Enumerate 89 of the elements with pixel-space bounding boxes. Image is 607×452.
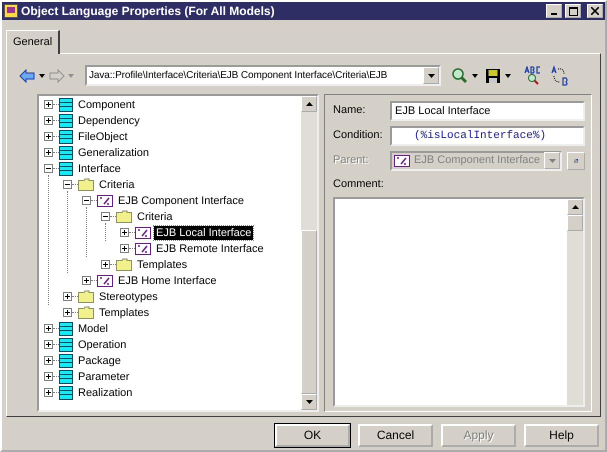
expand-icon[interactable] (44, 372, 53, 381)
tree-item[interactable]: Package (76, 354, 123, 368)
dialog-button[interactable]: Help (524, 424, 599, 446)
tree-item[interactable]: Criteria (135, 210, 174, 224)
class-icon (59, 338, 73, 352)
tree-item[interactable]: Stereotypes (97, 290, 160, 304)
minimize-button[interactable] (546, 4, 562, 18)
expand-icon[interactable] (44, 356, 53, 365)
find-icon[interactable] (450, 66, 478, 84)
template-icon (135, 226, 151, 238)
folder-icon (78, 178, 94, 191)
scroll-down-icon (306, 400, 313, 404)
save-icon[interactable] (485, 66, 514, 84)
expand-icon[interactable] (44, 340, 53, 349)
collapse-icon[interactable] (44, 164, 53, 173)
tree-item[interactable]: Model (76, 322, 110, 336)
tree-item[interactable]: Parameter (76, 370, 132, 384)
tree-item[interactable]: EJB Home Interface (116, 274, 218, 288)
expand-icon[interactable] (82, 276, 91, 285)
template-icon (394, 154, 410, 166)
expand-icon[interactable] (63, 292, 72, 301)
expand-icon[interactable] (44, 100, 53, 109)
comment-label: Comment: (333, 176, 385, 192)
tree-item[interactable]: Interface (76, 162, 123, 176)
app-icon (4, 4, 18, 18)
close-button[interactable] (587, 4, 603, 18)
scroll-up-icon (572, 205, 578, 209)
expand-icon[interactable] (63, 308, 72, 317)
expand-icon[interactable] (44, 148, 53, 157)
expand-icon[interactable] (101, 260, 110, 269)
expand-icon[interactable] (120, 244, 129, 253)
parent-label: Parent: (333, 153, 370, 168)
template-icon (97, 194, 113, 206)
class-icon (59, 162, 73, 176)
class-icon (59, 354, 73, 368)
class-icon (59, 146, 73, 160)
scrollbar[interactable] (301, 96, 318, 410)
name-label: Name: (333, 103, 366, 118)
collapse-icon[interactable] (63, 180, 72, 189)
collapse-icon[interactable] (82, 196, 91, 205)
tree-item[interactable]: Templates (135, 258, 190, 272)
scroll-thumb[interactable] (567, 215, 583, 231)
expand-icon[interactable] (44, 132, 53, 141)
tree-item[interactable]: Component (76, 98, 137, 112)
window-title: Object Language Properties (For All Models) (21, 3, 276, 20)
tree-item[interactable]: FileObject (76, 130, 130, 144)
class-icon (59, 114, 73, 128)
path-combo[interactable]: Java::Profile\Interface\Criteria\EJB Component Interface\Criteria\EJB (85, 65, 441, 86)
class-icon (59, 322, 73, 336)
condition-label: Condition: (333, 128, 384, 144)
collapse-icon[interactable] (101, 212, 110, 221)
tree-item[interactable]: Generalization (76, 146, 151, 160)
class-icon (59, 98, 73, 112)
class-icon (59, 386, 73, 400)
tree-item[interactable]: Operation (76, 338, 128, 352)
spell-check-icon[interactable] (522, 66, 543, 86)
tab[interactable]: General (6, 30, 60, 54)
name-field[interactable]: EJB Local Interface (390, 100, 585, 120)
tree-item[interactable]: EJB Local Interface (154, 226, 254, 240)
tree-item[interactable]: Criteria (97, 178, 136, 192)
close-icon (591, 7, 599, 15)
folder-icon (116, 210, 132, 223)
folder-icon (116, 258, 132, 271)
properties-button[interactable] (567, 152, 585, 170)
dialog-button[interactable]: Cancel (358, 424, 433, 446)
expand-icon[interactable] (44, 116, 53, 125)
scroll-thumb[interactable] (301, 230, 318, 394)
maximize-button[interactable] (565, 4, 582, 18)
class-icon (59, 130, 73, 144)
tree-item[interactable]: EJB Component Interface (116, 194, 246, 208)
comment-field[interactable] (333, 197, 585, 406)
dropdown-arrow-icon (428, 74, 434, 78)
dialog-button[interactable]: OK (275, 424, 350, 446)
condition-field[interactable]: (%isLocalInterface%) (390, 126, 585, 146)
expand-icon[interactable] (44, 324, 53, 333)
folder-icon (78, 306, 94, 319)
scroll-up-icon (306, 102, 313, 106)
tree-item[interactable]: Realization (76, 386, 134, 400)
folder-icon (78, 290, 94, 303)
tree-item[interactable]: Dependency (76, 114, 142, 128)
expand-icon[interactable] (44, 388, 53, 397)
tree-item[interactable]: EJB Remote Interface (154, 242, 266, 256)
path-text: Java::Profile\Interface\Criteria\EJB Component Interface\Criteria\EJB (89, 69, 388, 83)
tree-item[interactable]: Templates (97, 306, 152, 320)
dropdown-arrow-icon (548, 158, 556, 162)
back-icon[interactable] (19, 68, 45, 82)
maximize-icon (568, 6, 578, 16)
expand-icon[interactable] (120, 228, 129, 237)
class-icon (59, 370, 73, 384)
